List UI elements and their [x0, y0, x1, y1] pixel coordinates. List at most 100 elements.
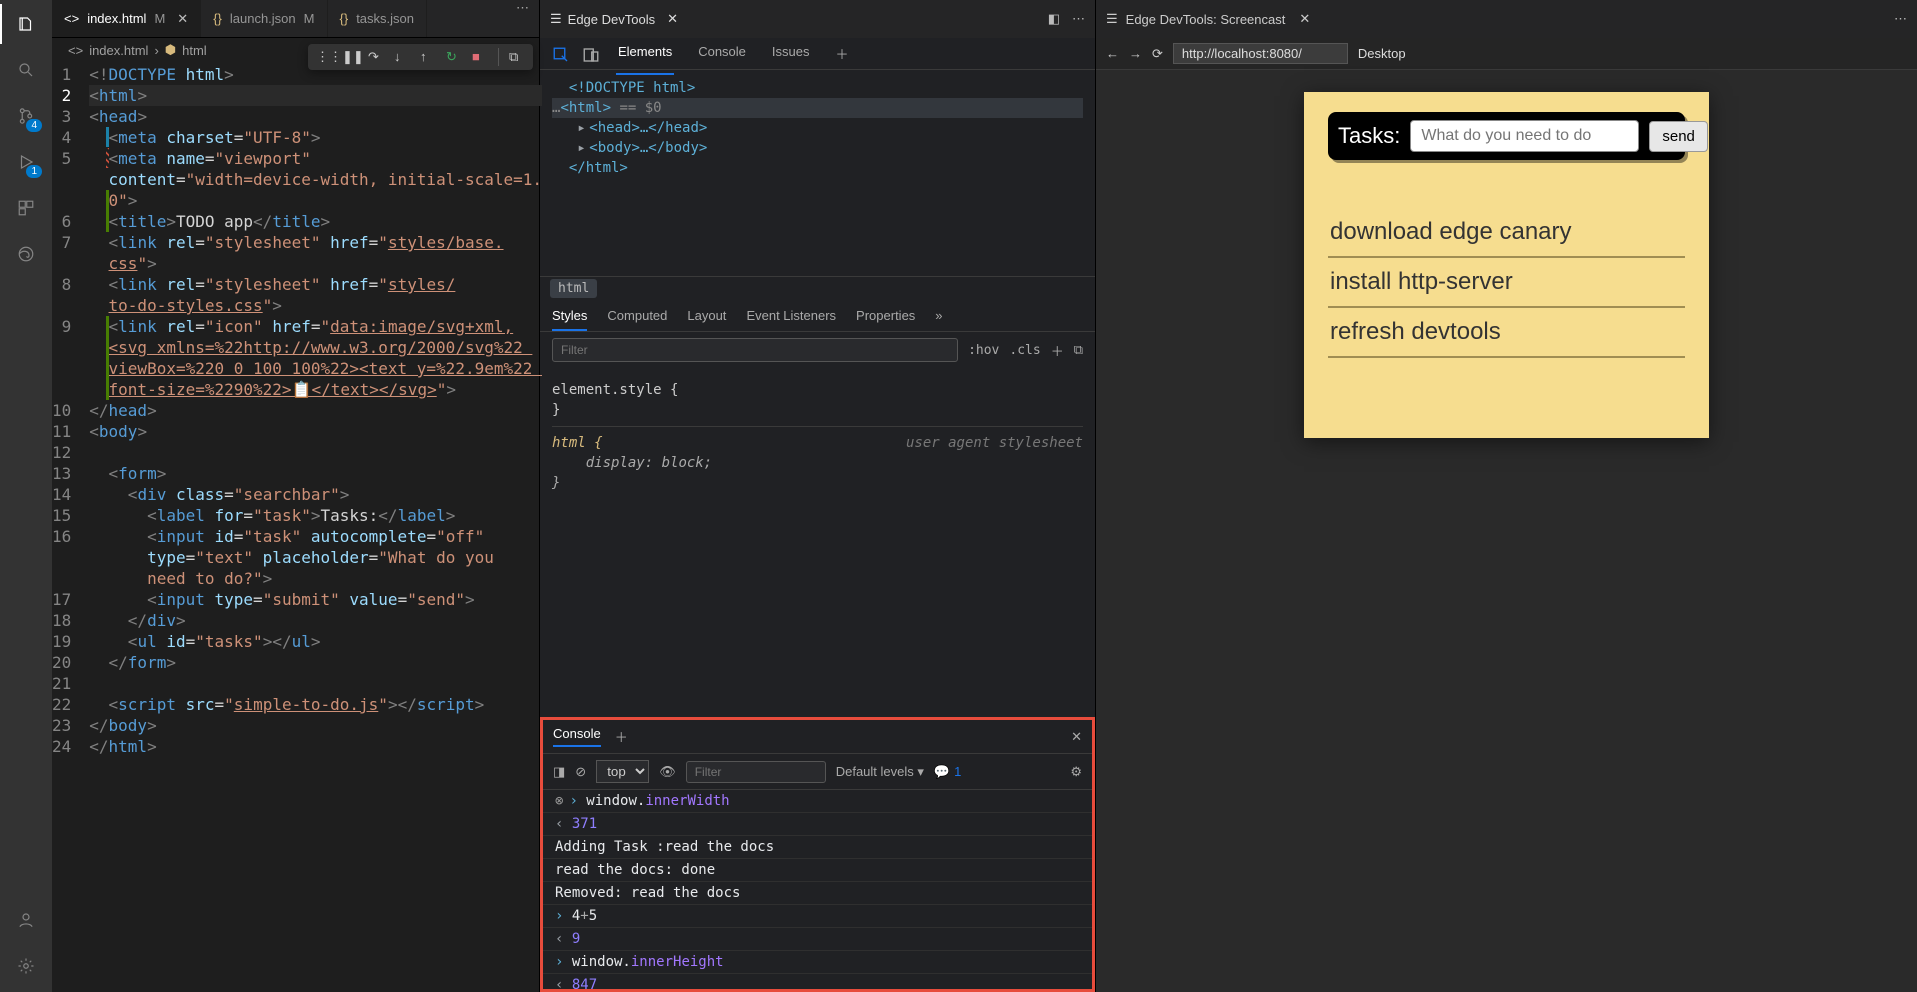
screencast-toggle-icon[interactable]: ⧉ [509, 49, 525, 65]
console-drawer: Console ＋ ✕ ◨ ⊘ top 👁 Default levels ▾ 💬… [540, 717, 1095, 992]
console-settings-icon[interactable]: ⚙ [1070, 764, 1082, 780]
devtools-tab[interactable]: ☰ Edge DevTools ✕ [550, 11, 678, 27]
tab-add-icon[interactable]: ＋ [833, 38, 850, 69]
file-html-icon: <> [64, 11, 79, 26]
tabs-overflow-icon[interactable]: » [935, 308, 942, 331]
add-drawer-tab-icon[interactable]: ＋ [615, 727, 628, 746]
dom-doctype: <!DOCTYPE html> [569, 80, 695, 96]
reload-icon[interactable]: ⟳ [1152, 46, 1163, 62]
log-levels[interactable]: Default levels ▾ [836, 764, 924, 780]
tab-issues[interactable]: Issues [770, 38, 812, 69]
breadcrumb-element: html [182, 43, 207, 58]
tab-console[interactable]: Console [696, 38, 748, 69]
live-expression-icon[interactable]: 👁 [659, 764, 676, 780]
searchbar: Tasks: send [1328, 112, 1685, 160]
dom-tree[interactable]: <!DOCTYPE html> …<html> == $0 ▸<head>…</… [540, 70, 1095, 186]
accounts-icon[interactable] [12, 906, 40, 934]
tab-computed[interactable]: Computed [607, 308, 667, 331]
issues-indicator[interactable]: 💬 1 [934, 764, 961, 780]
styles-brace: } [552, 400, 1083, 420]
clear-console-icon[interactable]: ⊘ [575, 764, 586, 780]
dom-html[interactable]: <html> [560, 100, 611, 116]
close-icon[interactable]: ✕ [177, 11, 188, 27]
editor-column: <> index.html M ✕ {} launch.json M {} ta… [52, 0, 539, 992]
styles-toolbar: :hov .cls ＋ ⧉ [540, 332, 1095, 368]
screencast-tabbar: ☰ Edge DevTools: Screencast ✕ ⋯ [1096, 0, 1917, 38]
console-filter-input[interactable] [686, 761, 826, 783]
tab-properties[interactable]: Properties [856, 308, 915, 331]
close-icon[interactable]: ✕ [1299, 11, 1310, 27]
task-item[interactable]: install http-server [1328, 258, 1685, 308]
forward-icon[interactable]: → [1129, 46, 1142, 61]
drawer-tab-console[interactable]: Console [553, 726, 601, 747]
devtools-main-tabs: Elements Console Issues ＋ [616, 38, 851, 69]
search-icon[interactable] [12, 56, 40, 84]
dom-head[interactable]: <head>…</head> [589, 120, 707, 136]
console-toolbar: ◨ ⊘ top 👁 Default levels ▾ 💬 1 ⚙ [543, 754, 1092, 790]
dom-body[interactable]: <body>…</body> [589, 140, 707, 156]
source-control-icon[interactable]: 4 [12, 102, 40, 130]
user-agent-label: user agent stylesheet [906, 433, 1083, 453]
debug-toolbar[interactable]: ⋮⋮ ❚❚ ↷ ↓ ↑ ↻ ■ ⧉ [308, 44, 533, 70]
styles-filter-input[interactable] [552, 338, 958, 362]
tab-event-listeners[interactable]: Event Listeners [746, 308, 836, 331]
hov-toggle[interactable]: :hov [968, 343, 999, 358]
step-over-icon[interactable]: ↷ [368, 49, 384, 65]
close-icon[interactable]: ✕ [667, 11, 678, 27]
step-into-icon[interactable]: ↓ [394, 49, 410, 65]
more-icon[interactable]: ⋯ [1894, 11, 1907, 27]
emulation-mode[interactable]: Desktop [1358, 46, 1406, 61]
extensions-icon[interactable] [12, 194, 40, 222]
file-json-icon: {} [340, 11, 349, 26]
dom-crumb-html[interactable]: html [550, 279, 597, 298]
stop-icon[interactable]: ■ [472, 49, 488, 65]
devtools-column: ☰ Edge DevTools ✕ ◧ ⋯ Elements Console I… [539, 0, 1095, 992]
explorer-icon[interactable] [12, 10, 40, 38]
step-out-icon[interactable]: ↑ [420, 49, 436, 65]
drag-handle-icon[interactable]: ⋮⋮ [316, 49, 332, 65]
cls-toggle[interactable]: .cls [1009, 343, 1040, 358]
restart-icon[interactable]: ↻ [446, 49, 462, 65]
screencast-preview[interactable]: Tasks: send download edge canary install… [1096, 70, 1917, 992]
console-sidebar-icon[interactable]: ◨ [553, 764, 565, 780]
close-drawer-icon[interactable]: ✕ [1071, 729, 1082, 745]
device-toggle-icon[interactable] [582, 46, 598, 62]
tab-styles[interactable]: Styles [552, 308, 587, 331]
tab-label: launch.json [230, 11, 296, 26]
back-icon[interactable]: ← [1106, 46, 1119, 61]
styles-body[interactable]: element.style { } user agent stylesheet … [540, 368, 1095, 505]
tab-index-html[interactable]: <> index.html M ✕ [52, 0, 201, 37]
preview-icon: ☰ [550, 11, 562, 27]
url-input[interactable] [1173, 43, 1348, 64]
activity-bar: 4 1 [0, 0, 52, 992]
send-button[interactable]: send [1649, 121, 1708, 152]
tab-layout[interactable]: Layout [687, 308, 726, 331]
task-list: download edge canary install http-server… [1328, 208, 1685, 358]
todo-app-page: Tasks: send download edge canary install… [1304, 92, 1709, 438]
tab-overflow-icon[interactable]: ⋯ [506, 0, 539, 37]
toggle-common-icon[interactable]: ⧉ [1074, 342, 1083, 358]
devtools-editor-tab: ☰ Edge DevTools ✕ ◧ ⋯ [540, 0, 1095, 38]
new-rule-icon[interactable]: ＋ [1051, 341, 1064, 360]
pause-icon[interactable]: ❚❚ [342, 49, 358, 65]
tab-tasks-json[interactable]: {} tasks.json [328, 0, 428, 37]
split-editor-icon[interactable]: ◧ [1048, 11, 1060, 27]
tab-modified: M [154, 11, 165, 26]
settings-gear-icon[interactable] [12, 952, 40, 980]
inspect-element-icon[interactable] [552, 46, 568, 62]
console-output[interactable]: ⊗window.innerWidth371Adding Task :read t… [543, 790, 1092, 989]
tab-launch-json[interactable]: {} launch.json M [201, 0, 327, 37]
run-debug-icon[interactable]: 1 [12, 148, 40, 176]
edge-icon[interactable] [12, 240, 40, 268]
context-select[interactable]: top [596, 760, 649, 783]
task-item[interactable]: refresh devtools [1328, 308, 1685, 358]
editor-tabs: <> index.html M ✕ {} launch.json M {} ta… [52, 0, 539, 38]
devtools-title: Edge DevTools [568, 12, 655, 27]
dom-breadcrumb[interactable]: html [540, 276, 1095, 300]
task-input[interactable] [1410, 120, 1639, 152]
task-item[interactable]: download edge canary [1328, 208, 1685, 258]
tab-label: tasks.json [356, 11, 414, 26]
tab-elements[interactable]: Elements [616, 38, 674, 69]
code-editor[interactable]: 123456789101112131415161718192021222324 … [52, 62, 539, 992]
more-icon[interactable]: ⋯ [1072, 11, 1085, 27]
